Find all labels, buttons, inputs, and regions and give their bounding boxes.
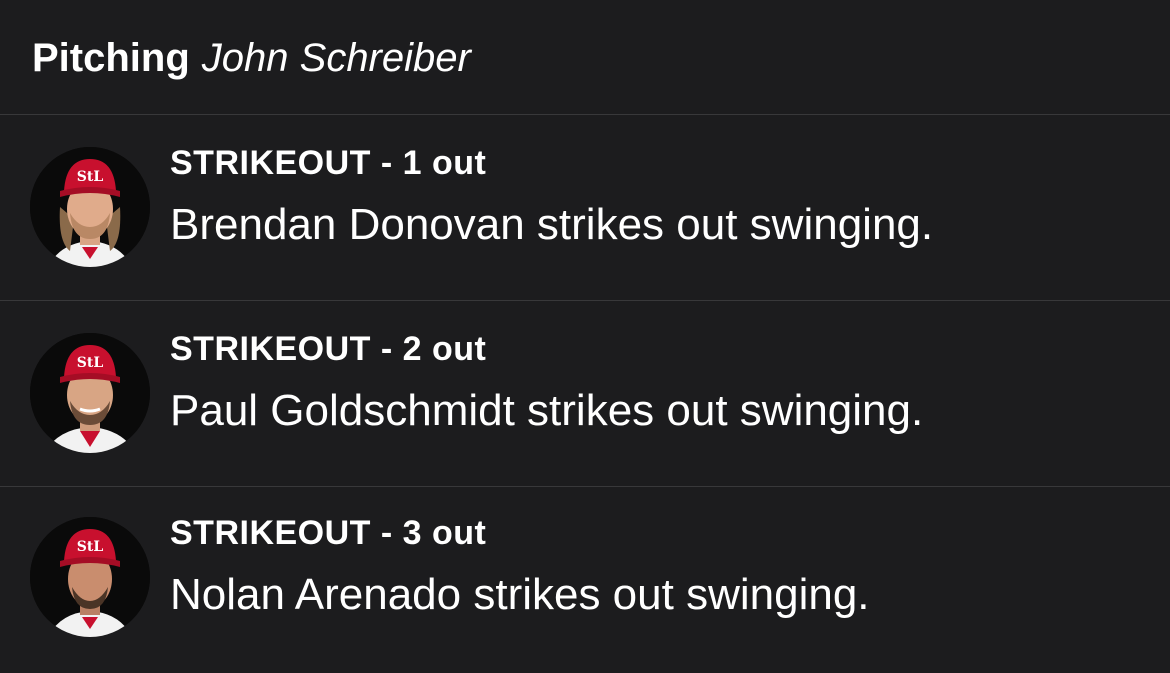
svg-text:StL: StL bbox=[77, 355, 104, 371]
player-headshot-icon: StL bbox=[30, 517, 150, 637]
play-description: Nolan Arenado strikes out swinging. bbox=[170, 570, 870, 619]
pitching-title: Pitching John Schreiber bbox=[32, 34, 471, 82]
svg-text:StL: StL bbox=[77, 539, 104, 555]
play-row[interactable]: StL STRIKEOUT - 1 out Brendan Donovan st… bbox=[0, 115, 1170, 301]
pitching-label: Pitching bbox=[32, 36, 190, 80]
play-row[interactable]: StL STRIKEOUT - 2 out Paul Goldschmidt s… bbox=[0, 301, 1170, 487]
pitching-header: Pitching John Schreiber bbox=[0, 0, 1170, 115]
play-title: STRIKEOUT - 3 out bbox=[170, 514, 487, 552]
player-headshot-icon: StL bbox=[30, 147, 150, 267]
play-title: STRIKEOUT - 1 out bbox=[170, 144, 487, 182]
player-avatar: StL bbox=[30, 147, 150, 267]
player-avatar: StL bbox=[30, 333, 150, 453]
play-description: Paul Goldschmidt strikes out swinging. bbox=[170, 386, 924, 435]
player-headshot-icon: StL bbox=[30, 333, 150, 453]
play-title: STRIKEOUT - 2 out bbox=[170, 330, 487, 368]
play-row[interactable]: StL STRIKEOUT - 3 out Nolan Arenado stri… bbox=[0, 487, 1170, 673]
pitcher-name: John Schreiber bbox=[201, 36, 471, 80]
play-description: Brendan Donovan strikes out swinging. bbox=[170, 200, 934, 249]
player-avatar: StL bbox=[30, 517, 150, 637]
svg-text:StL: StL bbox=[77, 169, 104, 185]
